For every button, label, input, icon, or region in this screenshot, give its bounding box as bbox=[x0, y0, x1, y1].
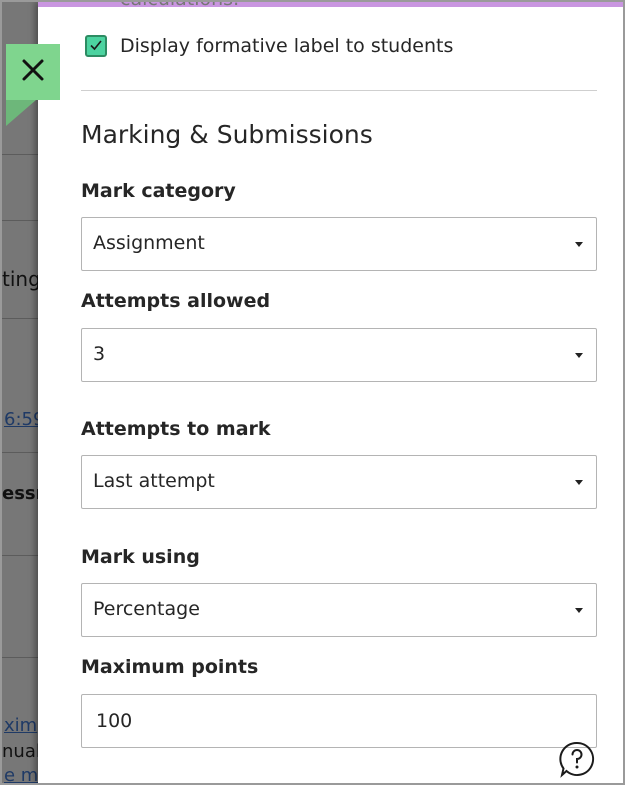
mark-using-select[interactable]: Percentage bbox=[81, 583, 597, 637]
background-link[interactable]: e m bbox=[4, 765, 38, 783]
chevron-down-icon bbox=[575, 608, 583, 613]
chevron-down-icon bbox=[575, 353, 583, 358]
formative-label-checkbox[interactable] bbox=[85, 35, 107, 57]
settings-panel: calculations. Display formative label to… bbox=[38, 2, 623, 783]
background-divider bbox=[2, 318, 42, 319]
chevron-down-icon bbox=[575, 242, 583, 247]
background-text: nual bbox=[2, 741, 41, 762]
help-icon bbox=[558, 741, 596, 782]
attempts-to-mark-select[interactable]: Last attempt bbox=[81, 455, 597, 509]
close-panel-button[interactable] bbox=[6, 44, 60, 100]
formative-label-checkbox-label: Display formative label to students bbox=[120, 35, 454, 57]
section-divider bbox=[81, 90, 597, 91]
formative-label-option: Display formative label to students bbox=[85, 35, 453, 57]
background-divider bbox=[2, 154, 42, 155]
background-heading: ting bbox=[2, 267, 41, 291]
mark-category-label: Mark category bbox=[81, 180, 236, 202]
close-icon bbox=[20, 57, 46, 87]
maximum-points-label: Maximum points bbox=[81, 656, 259, 678]
attempts-allowed-value: 3 bbox=[93, 343, 106, 365]
checkmark-icon bbox=[89, 37, 103, 56]
attempts-allowed-select[interactable]: 3 bbox=[81, 328, 597, 382]
mark-category-select[interactable]: Assignment bbox=[81, 217, 597, 271]
chevron-down-icon bbox=[575, 480, 583, 485]
section-title: Marking & Submissions bbox=[81, 120, 373, 149]
mark-category-value: Assignment bbox=[93, 232, 205, 254]
background-divider bbox=[2, 220, 42, 221]
background-divider bbox=[2, 452, 42, 453]
background-divider bbox=[2, 555, 42, 556]
truncated-description: calculations. bbox=[120, 2, 239, 10]
help-button[interactable] bbox=[558, 740, 596, 778]
maximum-points-input[interactable] bbox=[81, 694, 597, 748]
background-link[interactable]: xim bbox=[4, 715, 37, 736]
mark-using-label: Mark using bbox=[81, 546, 200, 568]
mark-using-value: Percentage bbox=[93, 598, 200, 620]
attempts-allowed-label: Attempts allowed bbox=[81, 290, 271, 312]
background-divider bbox=[2, 657, 42, 658]
attempts-to-mark-value: Last attempt bbox=[93, 470, 215, 492]
window-frame: ting 6:59 essr xim nual e m calculations… bbox=[0, 0, 625, 785]
close-button-tail bbox=[6, 100, 36, 126]
attempts-to-mark-label: Attempts to mark bbox=[81, 418, 271, 440]
